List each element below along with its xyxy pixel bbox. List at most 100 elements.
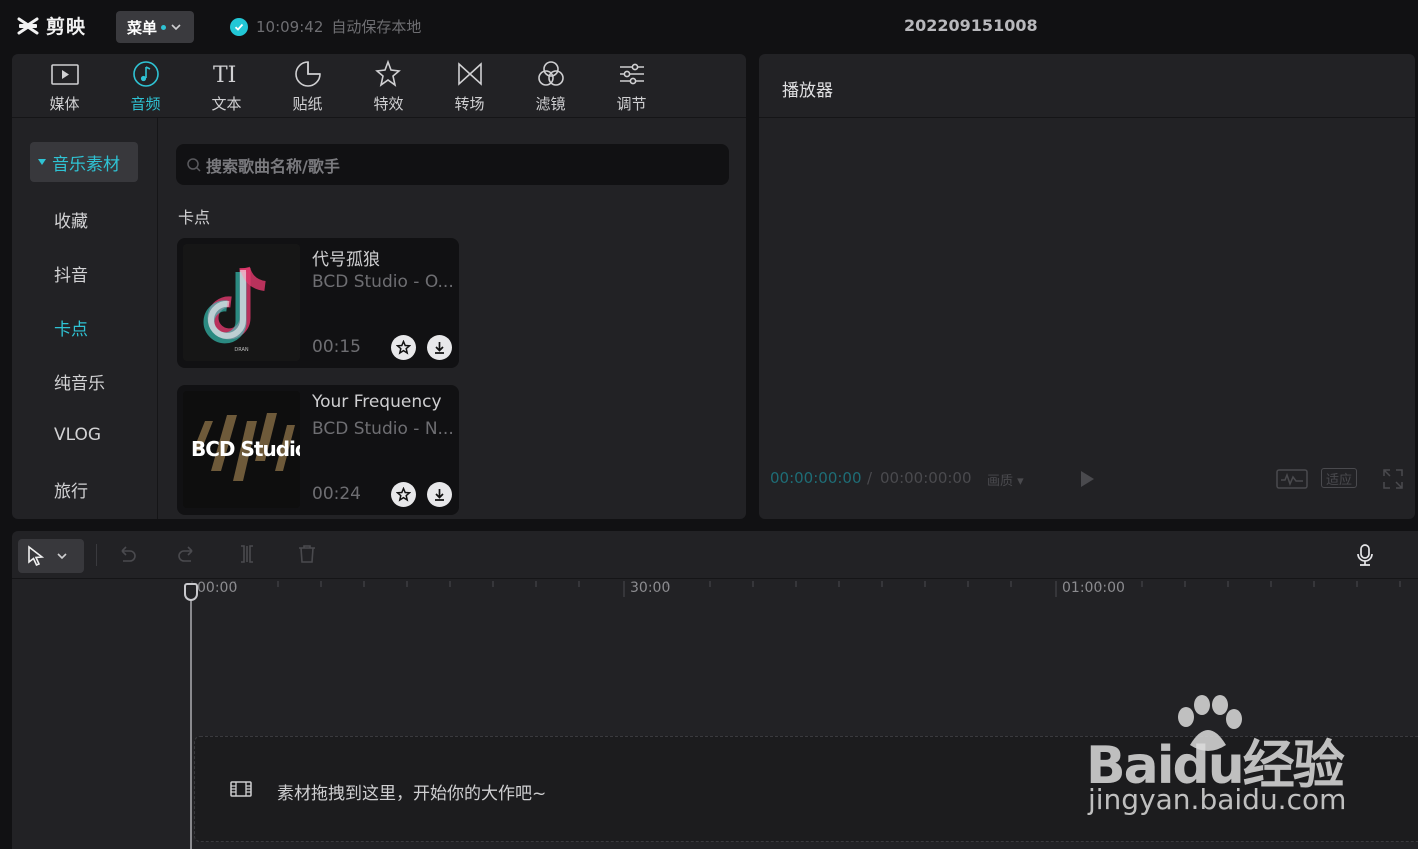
ruler-label: 01:00:00 [1062,580,1125,596]
tab-adjust[interactable]: 调节 [591,54,672,118]
sticker-icon [294,60,321,87]
timeline-toolbar [12,531,1418,579]
menu-label: 菜单 [127,18,158,37]
delete-icon[interactable] [296,543,318,565]
current-timecode: 00:00:00:00 [770,469,862,487]
nav-item-label: 音乐素材 [52,154,120,175]
total-timecode: 00:00:00:00 [880,469,972,487]
nav-item-label: VLOG [54,425,102,445]
nav-item-travel[interactable]: 旅行 [30,469,138,509]
menu-button[interactable]: 菜单 [116,11,194,43]
fullscreen-icon[interactable] [1383,469,1403,489]
track-card[interactable]: DRAN 代号孤狼 BCD Studio - O... 00:15 [177,238,459,368]
playhead-handle[interactable] [184,583,198,601]
autosave-status: 10:09:42 自动保存本地 [230,16,421,37]
download-button[interactable] [427,482,452,507]
player-panel: 播放器 00:00:00:00 / 00:00:00:00 画质 ▾ 适应 [759,54,1415,519]
nav-item-douyin[interactable]: 抖音 [30,253,138,293]
cursor-icon [28,545,45,567]
section-title: 卡点 [178,208,211,227]
nav-item-label: 旅行 [54,481,88,502]
capcut-logo-icon [17,17,39,34]
search-input[interactable]: 搜索歌曲名称/歌手 [176,144,729,185]
tab-effects[interactable]: 特效 [348,54,429,118]
tab-transition[interactable]: 转场 [429,54,510,118]
audio-icon [132,60,159,87]
redo-icon[interactable] [176,543,198,565]
tab-audio-label: 音频 [130,94,161,113]
baidu-watermark: Baidu经验 jingyan.baidu.com [1086,695,1346,825]
tab-audio[interactable]: 音频 [105,54,186,118]
timecode-separator: / [867,469,873,487]
top-bar: 剪映 菜单 10:09:42 自动保存本地 202209151008 [0,0,1418,52]
nav-item-label: 卡点 [54,319,88,340]
track-artist: BCD Studio - N... [312,419,454,439]
track-title: Your Frequency [312,392,442,412]
chevron-down-icon [171,24,181,31]
tab-sticker[interactable]: 贴纸 [267,54,348,118]
tab-filter-label: 滤镜 [535,94,566,113]
tab-text[interactable]: TI 文本 [186,54,267,118]
track-artist: BCD Studio - O... [312,272,454,292]
tab-text-label: 文本 [211,94,242,113]
download-icon [435,342,444,354]
transition-icon [457,61,482,86]
quality-dropdown[interactable]: 画质 ▾ [987,470,1024,489]
media-icon [50,63,79,85]
microphone-icon[interactable] [1354,543,1376,567]
tab-filter[interactable]: 滤镜 [510,54,591,118]
timeline-ruler[interactable]: 00:00 30:00 01:00:00 [12,579,1418,601]
tool-tabs: 媒体 音频 TI 文本 贴纸 特效 转场 滤镜 调节 [12,54,746,118]
watermark-url: jingyan.baidu.com [1088,783,1347,816]
nav-item-favorites[interactable]: 收藏 [30,199,138,239]
player-controls: 00:00:00:00 / 00:00:00:00 画质 ▾ 适应 [759,464,1415,494]
undo-icon[interactable] [116,543,138,565]
download-button[interactable] [427,335,452,360]
effects-icon [374,59,401,87]
chevron-down-icon [57,553,67,560]
play-icon[interactable] [1077,468,1097,490]
tab-adjust-label: 调节 [616,94,647,113]
audio-category-nav: 音乐素材 收藏 抖音 卡点 纯音乐 VLOG 旅行 [12,118,158,519]
nav-item-label: 抖音 [54,265,88,286]
star-icon [396,487,411,502]
nav-item-label: 收藏 [54,211,88,232]
favorite-button[interactable] [391,335,416,360]
download-icon [435,489,444,501]
ruler-label: 00:00 [197,580,238,596]
nav-item-beat[interactable]: 卡点 [30,307,138,347]
notification-dot [161,24,167,30]
track-card[interactable]: BCD Studio Your Frequency BCD Studio - N… [177,385,459,515]
tab-media-label: 媒体 [49,94,80,113]
track-title: 代号孤狼 [312,250,380,270]
fit-button[interactable]: 适应 [1321,468,1357,488]
film-icon [230,781,252,797]
search-placeholder: 搜索歌曲名称/歌手 [206,156,340,176]
favorite-button[interactable] [391,482,416,507]
text-icon: TI [213,63,236,88]
tab-transition-label: 转场 [454,94,485,113]
search-icon [187,157,201,172]
caret-down-icon [38,159,46,165]
nav-item-label: 纯音乐 [54,373,105,394]
check-circle-icon [230,17,248,36]
select-tool-button[interactable] [18,539,84,573]
star-icon [396,340,411,355]
track-duration: 00:24 [312,484,361,504]
nav-item-pure-music[interactable]: 纯音乐 [30,361,138,401]
playhead-line[interactable] [190,583,192,849]
tab-media[interactable]: 媒体 [24,54,105,118]
waveform-icon[interactable] [1276,468,1308,490]
cover-caption: BCD Studio [191,437,300,461]
svg-text:TI: TI [213,63,236,88]
filter-icon [537,60,564,86]
autosave-time: 10:09:42 [256,17,324,36]
split-icon[interactable] [236,543,258,565]
app-logo: 剪映 [16,12,86,39]
drop-hint: 素材拖拽到这里，开始你的大作吧~ [277,784,547,804]
player-title: 播放器 [782,81,833,101]
nav-item-music-library[interactable]: 音乐素材 [30,142,138,182]
adjust-icon [619,63,644,84]
nav-item-vlog[interactable]: VLOG [30,415,138,455]
cover-caption: DRAN [234,347,249,353]
